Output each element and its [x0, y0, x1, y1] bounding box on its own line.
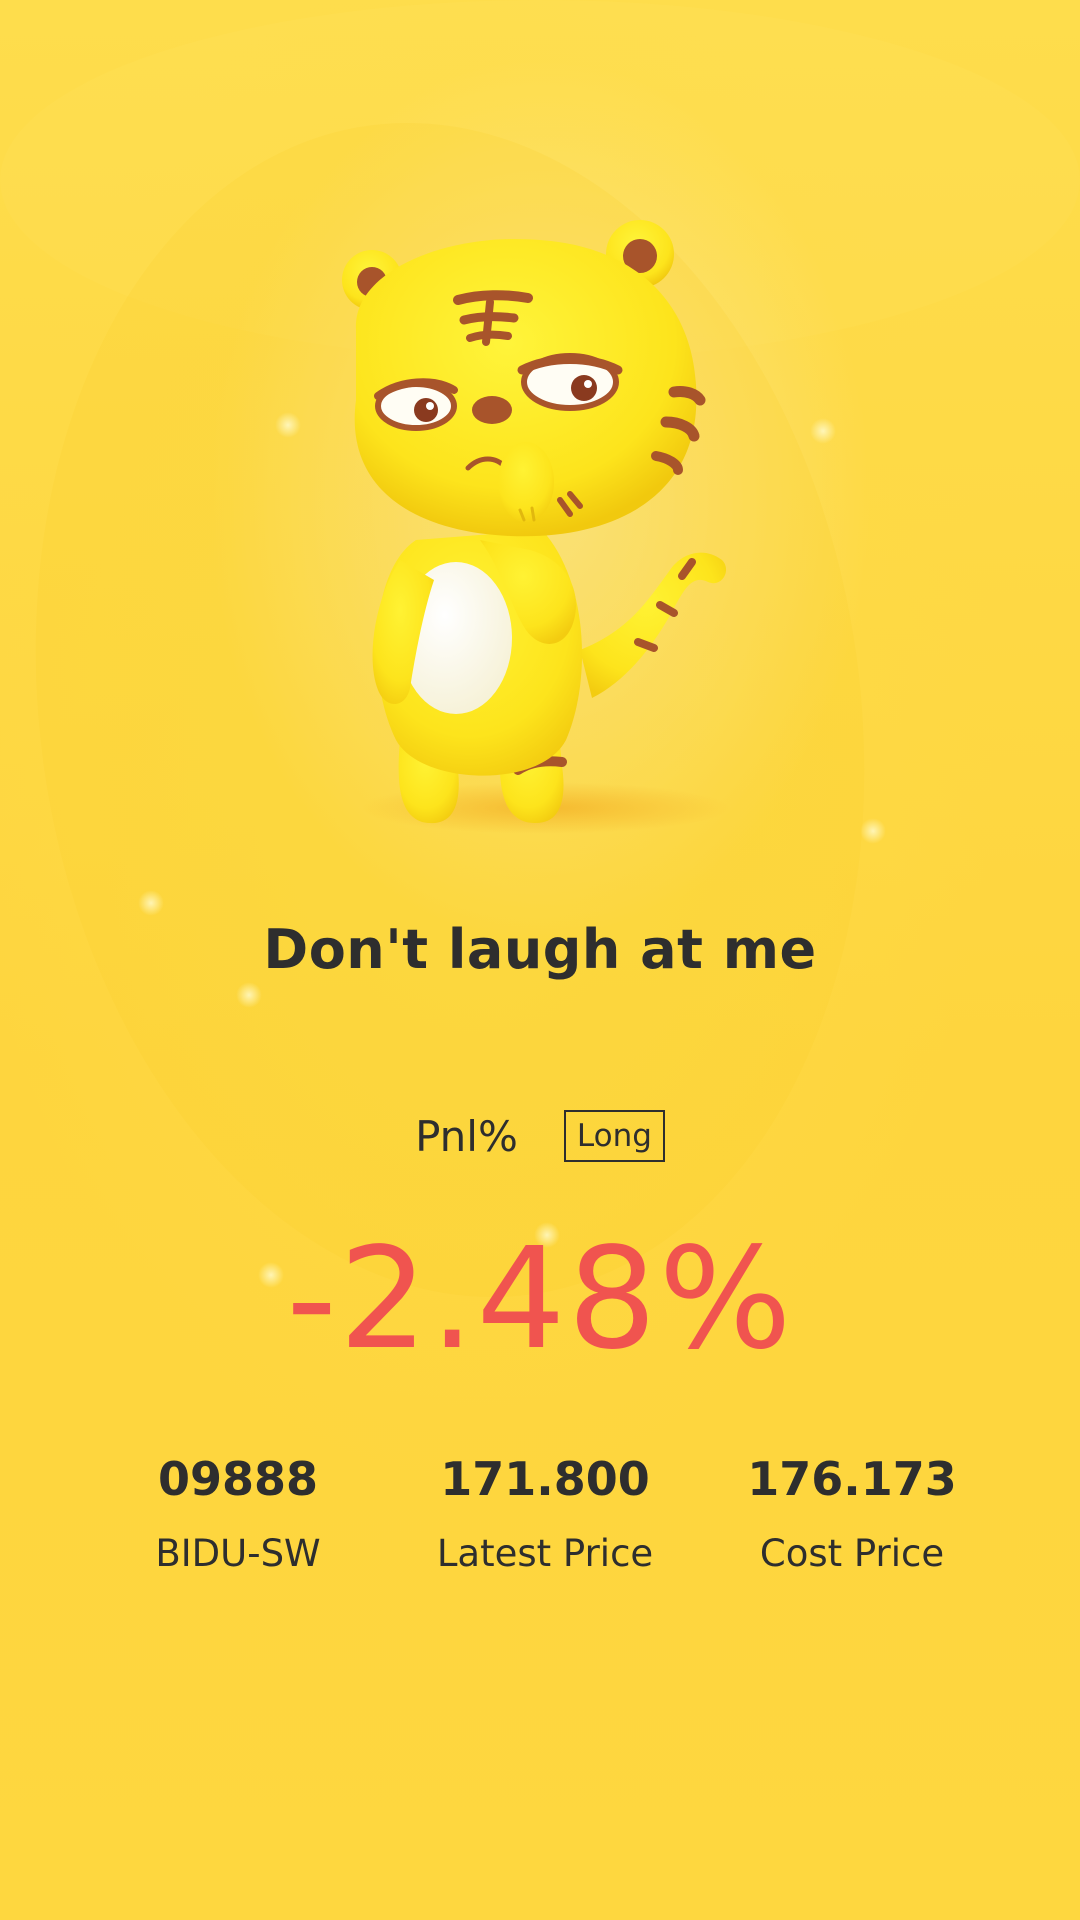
pnl-percentage-value: -2.48% — [286, 1218, 794, 1381]
stat-symbol: 09888 BIDU-SW — [85, 1452, 391, 1575]
cost-price-value: 176.173 — [747, 1452, 957, 1506]
latest-price-value: 171.800 — [440, 1452, 650, 1506]
tiger-mascot-icon — [342, 220, 730, 834]
sparkle — [236, 982, 262, 1008]
position-direction-badge: Long — [563, 1110, 665, 1162]
sparkle — [810, 418, 836, 444]
stock-code: 09888 — [157, 1452, 319, 1506]
sparkle — [138, 890, 164, 916]
headline-text: Don't laugh at me — [263, 918, 817, 981]
cost-price-label: Cost Price — [759, 1532, 945, 1575]
stat-cost-price: 176.173 Cost Price — [699, 1452, 1005, 1575]
pnl-header: Pnl% Long — [0, 1110, 1080, 1162]
latest-price-label: Latest Price — [436, 1532, 654, 1575]
sparkle — [860, 818, 886, 844]
stat-latest-price: 171.800 Latest Price — [392, 1452, 698, 1575]
stock-name: BIDU-SW — [155, 1532, 321, 1575]
position-stats: 09888 BIDU-SW 171.800 Latest Price 176.1… — [85, 1452, 1005, 1575]
pnl-label: Pnl% — [415, 1111, 518, 1161]
sparkle — [275, 412, 301, 438]
